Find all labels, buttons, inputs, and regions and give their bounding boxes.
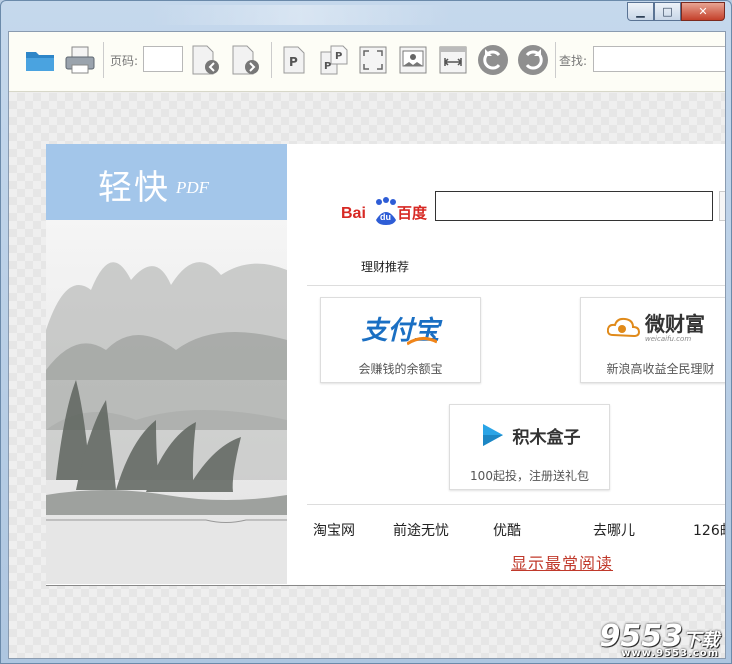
- picture-icon: [399, 46, 427, 74]
- continuous-page-button[interactable]: P P: [317, 42, 351, 78]
- baidu-search-input[interactable]: [435, 191, 713, 221]
- close-icon: ✕: [698, 5, 708, 18]
- baidu-logo-mid: du: [380, 212, 391, 222]
- weicaifu-logo-text: 微财富: [645, 312, 705, 336]
- rotate-right-button[interactable]: [515, 42, 551, 78]
- link-51job[interactable]: 前途无忧: [393, 520, 449, 540]
- svg-text:P: P: [335, 51, 342, 62]
- window-controls: ▁ □ ✕: [627, 2, 725, 21]
- toolbar-separator: [555, 42, 556, 78]
- minimize-button[interactable]: ▁: [627, 2, 654, 21]
- card-jimubox[interactable]: 积木盒子 100起投，注册送礼包: [449, 404, 610, 490]
- link-youku[interactable]: 优酷: [493, 520, 521, 540]
- fullscreen-button[interactable]: [357, 42, 389, 78]
- baidu-search-button[interactable]: [719, 191, 725, 221]
- show-frequent-link[interactable]: 显示最常阅读: [511, 550, 613, 574]
- rotate-left-icon: [478, 45, 508, 75]
- document-view[interactable]: 轻快 PDF Bai du 百度 理财推荐 支付宝 会赚钱的余额宝 微财富 we…: [9, 93, 725, 658]
- card-caption: 会赚钱的余额宝: [358, 362, 443, 376]
- maximize-button[interactable]: □: [654, 2, 681, 21]
- link-taobao[interactable]: 淘宝网: [313, 520, 355, 540]
- folder-icon: [26, 52, 54, 71]
- rotate-left-button[interactable]: [475, 42, 511, 78]
- single-page-button[interactable]: P: [279, 42, 309, 78]
- close-button[interactable]: ✕: [681, 2, 725, 21]
- pdf-page: 轻快 PDF Bai du 百度 理财推荐 支付宝 会赚钱的余额宝 微财富 we…: [46, 144, 725, 586]
- toolbar-separator: [103, 42, 104, 78]
- card-caption: 新浪高收益全民理财: [606, 362, 715, 376]
- right-panel: Bai du 百度 理财推荐 支付宝 会赚钱的余额宝 微财富 weicaifu.…: [287, 144, 725, 584]
- swoosh-icon: [407, 337, 437, 346]
- jimubox-logo: 积木盒子: [450, 417, 609, 453]
- link-qunar[interactable]: 去哪儿: [593, 520, 635, 540]
- brand-banner: 轻快 PDF: [46, 144, 287, 220]
- weicaifu-logo-sub: weicaifu.com: [645, 335, 692, 343]
- toolbar-separator: [271, 42, 272, 78]
- toolbar: 页码: P P P 查找:: [9, 32, 725, 92]
- app-window: ▁ □ ✕ 页码: P P P 查找: 轻快 PDF Bai du 百度 理财推…: [0, 0, 732, 664]
- title-bar: ▁ □ ✕: [1, 1, 731, 31]
- find-input[interactable]: [593, 46, 725, 72]
- svg-text:P: P: [324, 61, 331, 72]
- site-watermark: 9553下载 www.9553.com: [600, 619, 720, 659]
- weicaifu-logo: 微财富 weicaifu.com: [581, 310, 725, 346]
- next-page-button[interactable]: [229, 42, 263, 78]
- prev-page-button[interactable]: [189, 42, 223, 78]
- jimubox-logo-text: 积木盒子: [512, 427, 581, 448]
- left-panel: 轻快 PDF: [46, 144, 287, 584]
- divider: [307, 285, 725, 286]
- card-weicaifu[interactable]: 微财富 weicaifu.com 新浪高收益全民理财: [580, 297, 725, 383]
- prev-page-icon: [192, 45, 219, 75]
- print-button[interactable]: [63, 42, 97, 78]
- card-alipay[interactable]: 支付宝 会赚钱的余额宝: [320, 297, 481, 383]
- baidu-logo-right: 百度: [397, 204, 427, 222]
- next-page-icon: [232, 45, 259, 75]
- fit-page-button[interactable]: [397, 42, 429, 78]
- maximize-icon: □: [662, 5, 673, 18]
- rotate-right-icon: [518, 45, 548, 75]
- fit-width-button[interactable]: [437, 42, 469, 78]
- open-folder-button[interactable]: [23, 42, 57, 78]
- divider: [307, 504, 725, 505]
- fit-width-icon: [439, 46, 467, 74]
- printer-icon: [65, 46, 95, 74]
- link-126-mail[interactable]: 126邮: [693, 520, 725, 540]
- fullscreen-icon: [359, 46, 387, 74]
- svg-text:P: P: [289, 55, 298, 69]
- play-triangle-icon: [482, 424, 503, 446]
- continuous-pages-icon: P P: [320, 45, 348, 75]
- brand-title: 轻快: [98, 168, 170, 208]
- finance-section-label[interactable]: 理财推荐: [361, 258, 409, 275]
- page-number-input[interactable]: [143, 46, 183, 72]
- baidu-logo-left: Bai: [341, 205, 366, 222]
- alipay-logo: 支付宝: [321, 310, 480, 346]
- page-label: 页码:: [110, 54, 139, 68]
- baidu-logo[interactable]: Bai du 百度: [341, 194, 428, 226]
- card-caption: 100起投，注册送礼包: [470, 469, 589, 483]
- ink-landscape-image: [46, 220, 287, 584]
- find-label: 查找:: [559, 54, 588, 68]
- client-area: 页码: P P P 查找: 轻快 PDF Bai du 百度 理财推荐 支付宝 …: [8, 31, 726, 659]
- title-text-blurred: [151, 5, 451, 25]
- cloud-coin-icon: [607, 317, 641, 338]
- single-page-icon: P: [283, 46, 305, 74]
- brand-subtitle: PDF: [176, 178, 210, 197]
- minimize-icon: ▁: [636, 5, 645, 18]
